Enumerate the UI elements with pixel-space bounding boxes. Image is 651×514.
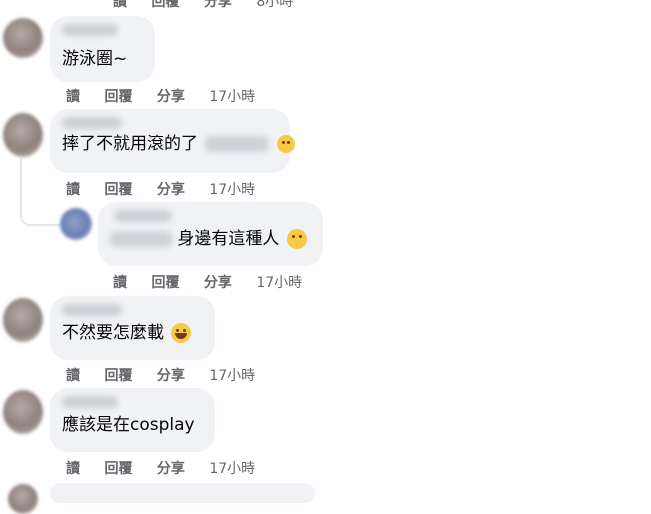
commenter-name[interactable] bbox=[62, 396, 118, 408]
comment-text-body: 摔了不就用滾的了 bbox=[62, 134, 198, 154]
share-link[interactable]: 分享 bbox=[157, 461, 185, 477]
read-link[interactable]: 讀 bbox=[66, 461, 80, 477]
reply-avatar[interactable] bbox=[60, 208, 92, 240]
share-link[interactable]: 分享 bbox=[204, 0, 232, 10]
comment-text: 身邊有這種人 bbox=[110, 228, 311, 250]
timestamp[interactable]: 17小時 bbox=[209, 89, 255, 105]
share-link[interactable]: 分享 bbox=[157, 182, 185, 198]
comment-bubble: 游泳圈~ bbox=[50, 16, 155, 82]
commenter-name[interactable] bbox=[62, 304, 122, 316]
comment-bubble: 不然要怎麼載 bbox=[50, 296, 215, 360]
comment-text: 應該是在cosplay bbox=[62, 415, 195, 435]
timestamp[interactable]: 17小時 bbox=[209, 368, 255, 384]
read-link[interactable]: 讀 bbox=[66, 182, 80, 198]
action-row-top: 讀 回覆 分享 8小時 bbox=[113, 0, 313, 11]
reply-bubble: 身邊有這種人 bbox=[98, 202, 323, 266]
reply-link[interactable]: 回覆 bbox=[151, 275, 179, 291]
commenter-name[interactable] bbox=[114, 210, 172, 222]
censored-text bbox=[110, 231, 172, 247]
comment-text: 不然要怎麼載 bbox=[62, 322, 203, 344]
reply-link[interactable]: 回覆 bbox=[104, 89, 132, 105]
timestamp[interactable]: 17小時 bbox=[209, 461, 255, 477]
timestamp[interactable]: 17小時 bbox=[256, 275, 302, 291]
reply-link[interactable]: 回覆 bbox=[104, 182, 132, 198]
action-row: 讀 回覆 分享 17小時 bbox=[113, 272, 322, 292]
avatar[interactable] bbox=[3, 18, 43, 58]
share-link[interactable]: 分享 bbox=[157, 368, 185, 384]
action-row: 讀 回覆 分享 17小時 bbox=[66, 365, 275, 385]
thinking-face-icon bbox=[286, 229, 307, 249]
reply-link[interactable]: 回覆 bbox=[104, 461, 132, 477]
comment-text-body: 不然要怎麼載 bbox=[62, 323, 164, 343]
action-row: 讀 回覆 分享 17小時 bbox=[66, 458, 275, 478]
read-link[interactable]: 讀 bbox=[113, 0, 127, 10]
reply-thread-line bbox=[20, 158, 60, 226]
grinning-sweat-face-icon bbox=[171, 323, 192, 343]
read-link[interactable]: 讀 bbox=[66, 368, 80, 384]
timestamp[interactable]: 8小時 bbox=[256, 0, 293, 10]
read-link[interactable]: 讀 bbox=[66, 89, 80, 105]
read-link[interactable]: 讀 bbox=[113, 275, 127, 291]
commenter-name[interactable] bbox=[62, 117, 122, 129]
comment-bubble: 摔了不就用滾的了 bbox=[50, 109, 295, 173]
emoji-icon bbox=[276, 135, 295, 153]
action-row: 讀 回覆 分享 17小時 bbox=[66, 86, 275, 106]
avatar[interactable] bbox=[3, 298, 43, 342]
comment-text: 游泳圈~ bbox=[62, 49, 128, 69]
share-link[interactable]: 分享 bbox=[157, 89, 185, 105]
avatar[interactable] bbox=[3, 390, 43, 434]
comment-text-body: 身邊有這種人 bbox=[177, 229, 280, 249]
timestamp[interactable]: 17小時 bbox=[209, 182, 255, 198]
reply-link[interactable]: 回覆 bbox=[151, 0, 179, 10]
commenter-name[interactable] bbox=[62, 24, 118, 36]
comment-bubble bbox=[50, 483, 315, 503]
comment-text: 摔了不就用滾的了 bbox=[62, 133, 295, 155]
comment-bubble: 應該是在cosplay bbox=[50, 388, 215, 452]
share-link[interactable]: 分享 bbox=[204, 275, 232, 291]
avatar[interactable] bbox=[3, 113, 43, 157]
censored-text bbox=[205, 136, 270, 152]
reply-link[interactable]: 回覆 bbox=[104, 368, 132, 384]
action-row: 讀 回覆 分享 17小時 bbox=[66, 179, 275, 199]
